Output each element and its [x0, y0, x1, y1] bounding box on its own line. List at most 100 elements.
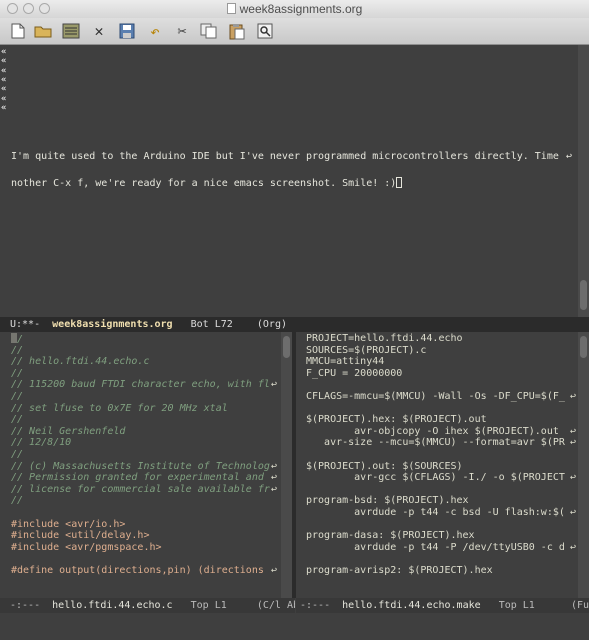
code-line: // Neil Gershenfeld	[11, 426, 269, 438]
modeline-status: -:---	[10, 600, 41, 611]
code-line: F_CPU = 20000000	[306, 368, 568, 380]
cut-icon[interactable]: ✂	[172, 22, 192, 40]
c-source-scrollbar-thumb[interactable]	[283, 336, 290, 358]
c-source-text: ///// hello.ftdi.44.echo.c//// 115200 ba…	[11, 333, 277, 576]
code-line: avr-objcopy -O ihex $(PROJECT).out ↩	[306, 425, 576, 438]
c-source-modeline[interactable]: -:--- hello.ftdi.44.echo.c Top L1 (C/l A…	[0, 598, 295, 613]
minibuffer[interactable]	[0, 613, 589, 640]
code-line-text: // (c) Massachusetts Institute of Techno…	[11, 460, 270, 472]
code-line: //	[11, 368, 269, 380]
save-icon[interactable]	[117, 22, 137, 40]
wrap-arrow-icon: ↩	[569, 390, 576, 402]
wrap-arrow-icon: ↩	[569, 425, 576, 437]
code-line-text: $(PROJECT).hex: $(PROJECT).out	[306, 414, 487, 426]
code-line: $(PROJECT).hex: $(PROJECT).out	[306, 414, 568, 426]
c-source-window[interactable]: ///// hello.ftdi.44.echo.c//// 115200 ba…	[0, 332, 279, 598]
code-line: // set lfuse to 0x7E for 20 MHz xtal	[11, 403, 269, 415]
code-line-text: avr-objcopy -O ihex $(PROJECT).out	[306, 425, 565, 437]
modeline-mode: (Org)	[256, 319, 287, 330]
code-line: program-avrisp2: $(PROJECT).hex	[306, 565, 568, 577]
fringe-mark-icon: «	[1, 56, 7, 67]
makefile-window[interactable]: PROJECT=hello.ftdi.44.echo SOURCES=$(PROJ…	[296, 332, 578, 598]
window-titlebar: week8assignments.org	[0, 0, 589, 18]
code-line: SOURCES=$(PROJECT).c	[306, 345, 568, 357]
org-text-line-2-text: nother C-x f, we're ready for a nice ema…	[11, 178, 397, 189]
code-line-text: MMCU=attiny44	[306, 356, 385, 368]
modeline-status: -:---	[300, 600, 331, 611]
modeline-position: Top L1	[498, 600, 535, 611]
code-line-text: F_CPU = 20000000	[306, 367, 403, 379]
code-line-text: // license for commercial sale available…	[11, 483, 270, 495]
code-line: //	[11, 495, 269, 507]
paste-icon[interactable]	[227, 22, 247, 40]
code-line: // hello.ftdi.44.echo.c	[11, 356, 269, 368]
org-scrollbar-thumb[interactable]	[580, 280, 587, 310]
code-line-text: avrdude -p t44 -c bsd -U flash:w:$(	[306, 506, 565, 518]
code-line-text: //	[11, 367, 24, 379]
code-line: #include <avr/io.h>	[11, 519, 269, 531]
code-line: // 115200 baud FTDI character echo, with…	[11, 379, 277, 391]
code-line-text: //	[11, 448, 24, 460]
code-line-text: avrdude -p t44 -P /dev/ttyUSB0 -c d	[306, 541, 565, 553]
code-line-text: /	[17, 334, 24, 345]
code-line: /	[11, 333, 269, 345]
code-line-text: // Permission granted for experimental a…	[11, 472, 270, 484]
code-line: CFLAGS=-mmcu=$(MMCU) -Wall -Os -DF_CPU=$…	[306, 390, 576, 403]
new-file-icon[interactable]	[8, 22, 28, 40]
code-line: // 12/8/10	[11, 437, 269, 449]
modeline-buffer-name: hello.ftdi.44.echo.make	[342, 600, 481, 611]
org-modeline[interactable]: U:**- week8assignments.org Bot L72 (Org)	[0, 317, 589, 332]
modeline-buffer-name: week8assignments.org	[52, 319, 173, 330]
code-line: program-bsd: $(PROJECT).hex	[306, 495, 568, 507]
fringe-mark-icon: «	[1, 84, 7, 95]
code-line-text: avr-gcc $(CFLAGS) -I./ -o $(PROJECT	[306, 472, 565, 484]
undo-icon[interactable]: ↶	[145, 22, 165, 41]
makefile-text: PROJECT=hello.ftdi.44.echo SOURCES=$(PROJ…	[306, 333, 576, 577]
code-line: $(PROJECT).out: $(SOURCES)	[306, 461, 568, 473]
code-line-text: program-bsd: $(PROJECT).hex	[306, 495, 469, 507]
code-line: avrdude -p t44 -P /dev/ttyUSB0 -c d ↩	[306, 541, 576, 554]
org-window[interactable]: ««««««« I'm quite used to the Arduino ID…	[0, 45, 578, 317]
copy-icon[interactable]	[199, 22, 219, 40]
makefile-scrollbar[interactable]	[578, 332, 589, 598]
open-folder-icon[interactable]	[33, 22, 53, 40]
code-line-text: //	[11, 390, 24, 402]
search-icon[interactable]	[255, 22, 275, 40]
code-line-text: #include <avr/pgmspace.h>	[11, 541, 162, 553]
org-scrollbar[interactable]	[578, 45, 589, 317]
code-line: avr-size --mcu=$(MMCU) --format=avr $(PR…	[306, 437, 576, 449]
wrap-arrow-icon: ↩	[569, 506, 576, 518]
code-line-text: // 115200 baud FTDI character echo, with…	[11, 379, 270, 391]
code-line: #include <util/delay.h>	[11, 530, 269, 542]
c-source-scrollbar[interactable]	[281, 332, 292, 598]
close-icon[interactable]: ✕	[89, 22, 109, 40]
wrap-arrow-icon: ↩	[270, 472, 277, 484]
code-line-text: //	[11, 344, 24, 356]
code-line: // Permission granted for experimental a…	[11, 472, 277, 484]
toolbar: ✕ ↶ ✂	[0, 18, 589, 45]
text-cursor	[396, 177, 403, 188]
modeline-mode: (Fu	[570, 600, 589, 611]
code-line-text: // Neil Gershenfeld	[11, 425, 126, 437]
code-line-text: program-avrisp2: $(PROJECT).hex	[306, 564, 493, 576]
modeline-buffer-name: hello.ftdi.44.echo.c	[52, 600, 173, 611]
makefile-modeline[interactable]: -:--- hello.ftdi.44.echo.make Top L1 (Fu	[296, 598, 589, 613]
code-line: program-dasa: $(PROJECT).hex	[306, 530, 568, 542]
code-line: avrdude -p t44 -c bsd -U flash:w:$( ↩	[306, 506, 576, 519]
text-cursor	[11, 333, 17, 343]
modeline-mode: (C/l Ab	[256, 600, 295, 611]
wrap-arrow-icon: ↩	[270, 460, 277, 472]
makefile-scrollbar-thumb[interactable]	[580, 336, 587, 358]
code-line: avr-gcc $(CFLAGS) -I./ -o $(PROJECT ↩	[306, 472, 576, 484]
code-line-text: CFLAGS=-mmcu=$(MMCU) -Wall -Os -DF_CPU=$…	[306, 390, 565, 402]
code-line-text: #include <util/delay.h>	[11, 530, 150, 542]
code-line-text: //	[11, 495, 24, 507]
open-directory-icon[interactable]	[61, 22, 81, 40]
code-line: //	[11, 345, 269, 357]
